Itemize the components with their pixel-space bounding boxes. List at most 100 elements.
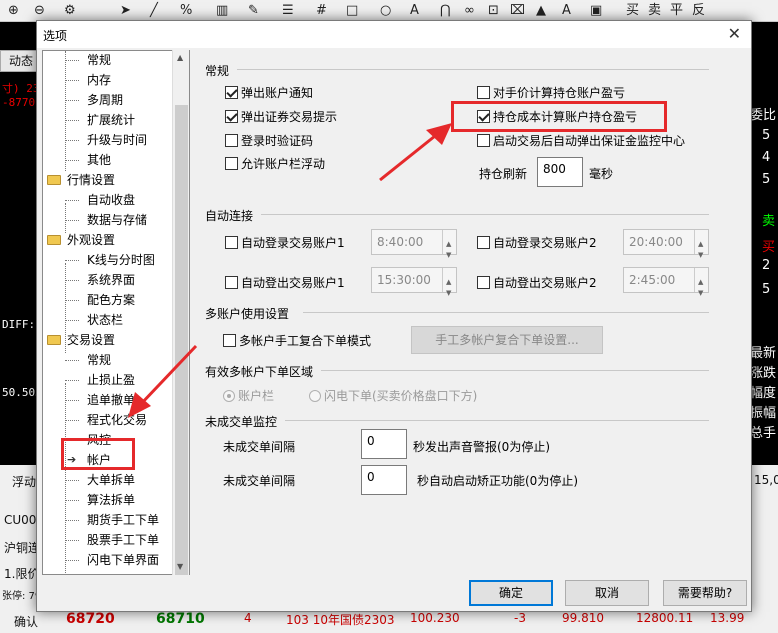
- login-verify-code-checkbox[interactable]: 登录时验证码: [225, 133, 313, 149]
- tree-item-status-bar[interactable]: 状态栏: [65, 311, 123, 329]
- unfilled-interval-2-input[interactable]: 0: [361, 465, 407, 495]
- line-tool-icon[interactable]: ╱: [150, 0, 158, 22]
- buy-button[interactable]: 买: [626, 0, 639, 22]
- tree-item-futures-manual[interactable]: 期货手工下单: [65, 511, 159, 529]
- auto-margin-monitor-checkbox[interactable]: 启动交易后自动弹出保证金监控中心: [477, 133, 685, 149]
- tree-folder-trading[interactable]: 交易设置: [47, 331, 115, 349]
- auto-login-2-time[interactable]: 20:40:00 ▲ ▼: [623, 229, 709, 259]
- refresh-input[interactable]: 800: [537, 157, 583, 187]
- zoom-in-icon[interactable]: ⊕: [8, 0, 19, 22]
- chart-text: DIFF:: [2, 318, 36, 331]
- auto-logout-2-checkbox[interactable]: 自动登出交易账户2: [477, 275, 597, 291]
- section-heading-order-area: 有效多帐户下单区域: [205, 365, 314, 379]
- multi-account-settings-button[interactable]: 手工多帐户复合下单设置...: [411, 326, 603, 354]
- cancel-button[interactable]: 取消: [565, 580, 649, 606]
- multi-account-manual-checkbox[interactable]: 多帐户手工复合下单模式: [223, 333, 371, 349]
- bold-a-icon[interactable]: ▲: [536, 0, 546, 22]
- app-tab-dynamic[interactable]: 动态: [0, 50, 40, 72]
- cursor-icon[interactable]: ➤: [120, 0, 131, 22]
- scroll-up-icon[interactable]: ▲: [177, 53, 183, 62]
- tree-item-general[interactable]: 常规: [65, 51, 111, 69]
- separator: [237, 69, 709, 70]
- tree-folder-appearance[interactable]: 外观设置: [47, 231, 115, 249]
- tree-scrollbar[interactable]: ▲ ▼: [172, 50, 189, 575]
- sell-button[interactable]: 卖: [648, 0, 661, 22]
- magnet-icon[interactable]: ⋂: [440, 0, 451, 22]
- allow-account-float-checkbox[interactable]: 允许账户栏浮动: [225, 156, 325, 172]
- auto-logout-2-time[interactable]: 2:45:00 ▲ ▼: [623, 267, 709, 297]
- lightning-order-radio[interactable]: 闪电下单(买卖价格盘口下方): [309, 388, 477, 404]
- close-icon[interactable]: ✕: [728, 24, 741, 43]
- folder-icon: [47, 335, 61, 345]
- hand-fee-position-pnl-checkbox[interactable]: 对手价计算持仓账户盈亏: [477, 85, 625, 101]
- tree-item-multi-period[interactable]: 多周期: [65, 91, 123, 109]
- tree-item-ext-stats[interactable]: 扩展统计: [65, 111, 135, 129]
- contract-code[interactable]: CU00: [4, 513, 36, 527]
- float-tab[interactable]: 浮动: [12, 473, 36, 490]
- tree-item-trading-general[interactable]: 常规: [65, 351, 111, 369]
- tree-item-data-storage[interactable]: 数据与存储: [65, 211, 147, 229]
- unfilled-interval-1-input[interactable]: 0: [361, 429, 407, 459]
- separator: [285, 420, 709, 421]
- ok-button[interactable]: 确定: [469, 580, 553, 606]
- font-color-icon[interactable]: A: [562, 0, 571, 22]
- tree-item-stop-loss[interactable]: 止损止盈: [65, 371, 135, 389]
- list-tool-icon[interactable]: ☰: [282, 0, 294, 22]
- quote-text: 委比: [750, 108, 777, 123]
- quote-text: 振幅: [750, 406, 777, 421]
- confirm-checkbox-label[interactable]: 确认: [14, 613, 38, 630]
- tree-item-upgrade-time[interactable]: 升级与时间: [65, 131, 147, 149]
- quote-text: 涨跌: [750, 366, 777, 381]
- tree-item-algo-split[interactable]: 算法拆单: [65, 491, 135, 509]
- grid-tool-icon[interactable]: ▥: [216, 0, 228, 22]
- pen-tool-icon[interactable]: ✎: [248, 0, 259, 22]
- rect-tool-icon[interactable]: □: [346, 0, 358, 22]
- link-icon[interactable]: ∞: [464, 0, 475, 22]
- folder-icon: [47, 235, 61, 245]
- tree-item-big-split[interactable]: 大单拆单: [65, 471, 135, 489]
- tree-item-kline[interactable]: K线与分时图: [65, 251, 155, 269]
- text-tool-icon[interactable]: A: [410, 0, 419, 22]
- tree-item-auto-close[interactable]: 自动收盘: [65, 191, 135, 209]
- tree-item-color-scheme[interactable]: 配色方案: [65, 291, 135, 309]
- tree-item-chase-cancel[interactable]: 追单撤单: [65, 391, 135, 409]
- auto-login-1-checkbox[interactable]: 自动登录交易账户1: [225, 235, 345, 251]
- tree-item-other[interactable]: 其他: [65, 151, 111, 169]
- unfilled-interval-2-desc: 秒自动启动矫正功能(0为停止): [417, 474, 578, 488]
- percent-tool-icon[interactable]: %: [180, 0, 192, 22]
- row-change: -3: [514, 611, 526, 625]
- popup-securities-prompt-checkbox[interactable]: 弹出证券交易提示: [225, 109, 337, 125]
- sell-price[interactable]: 68710: [156, 611, 205, 627]
- auto-logout-1-checkbox[interactable]: 自动登出交易账户1: [225, 275, 345, 291]
- tree-item-lightning-ui[interactable]: 闪电下单界面: [65, 551, 159, 569]
- contract-name[interactable]: 沪铜连: [4, 539, 40, 556]
- auto-login-1-time[interactable]: 8:40:00 ▲ ▼: [371, 229, 457, 259]
- circle-tool-icon[interactable]: ○: [380, 0, 391, 22]
- options-tree: 常规 内存 多周期 扩展统计 升级与时间 其他 行情设置 自动收盘 数据与存储 …: [42, 50, 190, 575]
- lock-icon[interactable]: ⊡: [488, 0, 499, 22]
- hash-tool-icon[interactable]: #: [316, 0, 327, 22]
- buy-price[interactable]: 68720: [66, 611, 115, 627]
- tree-item-programmatic[interactable]: 程式化交易: [65, 411, 147, 429]
- auto-login-2-checkbox[interactable]: 自动登录交易账户2: [477, 235, 597, 251]
- gear-icon[interactable]: ⚙: [64, 0, 76, 22]
- trash-icon[interactable]: ⌧: [510, 0, 525, 22]
- popup-account-notice-checkbox[interactable]: 弹出账户通知: [225, 85, 313, 101]
- help-button[interactable]: 需要帮助?: [663, 580, 747, 606]
- close-position-button[interactable]: 平: [670, 0, 683, 22]
- quote-text: 买: [762, 240, 776, 255]
- tree-item-stock-manual[interactable]: 股票手工下单: [65, 531, 159, 549]
- options-dialog: 选项 ✕ 常规 内存 多周期 扩展统计 升级与时间 其他 行情设置 自动收盘 数…: [36, 20, 752, 612]
- scroll-thumb[interactable]: [175, 105, 188, 575]
- price-type[interactable]: 1.限价: [4, 565, 39, 582]
- save-icon[interactable]: ▣: [590, 0, 602, 22]
- zoom-out-icon[interactable]: ⊖: [34, 0, 45, 22]
- tree-item-system-ui[interactable]: 系统界面: [65, 271, 135, 289]
- tree-item-memory[interactable]: 内存: [65, 71, 111, 89]
- tree-folder-market[interactable]: 行情设置: [47, 171, 115, 189]
- account-bar-radio[interactable]: 账户栏: [223, 388, 274, 404]
- section-heading-general: 常规: [205, 64, 230, 78]
- reverse-button[interactable]: 反: [692, 0, 705, 22]
- auto-logout-1-time[interactable]: 15:30:00 ▲ ▼: [371, 267, 457, 297]
- scroll-down-icon[interactable]: ▼: [177, 562, 183, 571]
